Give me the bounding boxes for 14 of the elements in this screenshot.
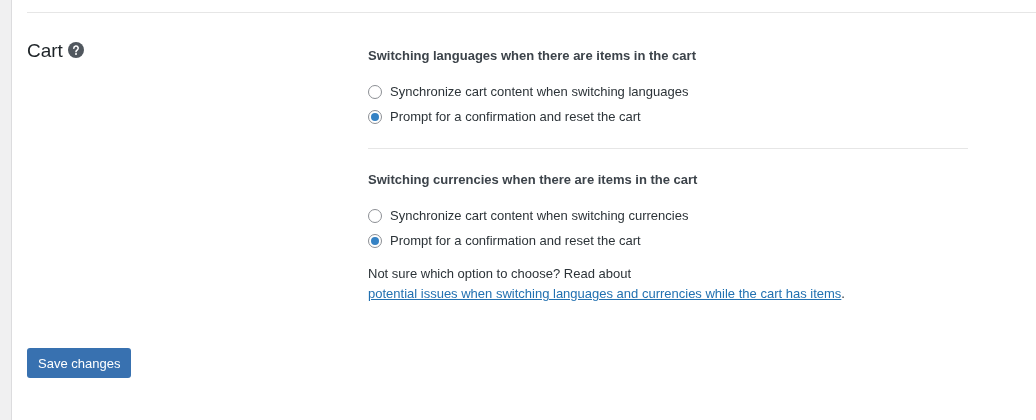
group-heading: Switching currencies when there are items in the cart [368,171,699,189]
radio-option[interactable]: Prompt for a confirmation and reset the cart [368,108,968,126]
section-label: Cart [27,39,63,63]
radio-button[interactable] [368,85,382,99]
radio-button[interactable] [368,110,382,124]
radio-option[interactable]: Synchronize cart content when switching currencies [368,207,968,225]
radio-option[interactable]: Prompt for a confirmation and reset the cart [368,232,968,250]
radio-button[interactable] [368,209,382,223]
radio-button[interactable] [368,234,382,248]
help-icon[interactable] [67,42,84,58]
radio-option[interactable]: Synchronize cart content when switching languages [368,83,968,101]
group-heading: Switching languages when there are items in the cart [368,47,697,65]
help-text: Not sure which option to choose? Read about potential issues when switching languages and currencies while the cart has items. [368,265,846,303]
save-button[interactable]: Save changes [27,348,132,378]
